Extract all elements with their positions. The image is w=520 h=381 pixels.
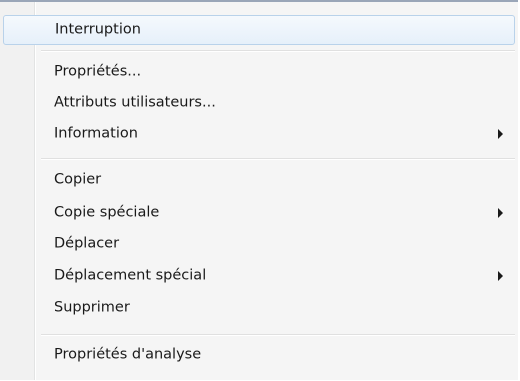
- menu-item-deplacer[interactable]: Déplacer: [3, 229, 515, 259]
- menu-item-label: Attributs utilisateurs...: [54, 94, 216, 111]
- menu-item-label: Copier: [54, 171, 102, 188]
- menu-item-information[interactable]: Information: [3, 119, 515, 149]
- context-menu: Interruption Propriétés... Attributs uti…: [0, 0, 518, 380]
- menu-item-deplacement-special[interactable]: Déplacement spécial: [3, 261, 515, 291]
- menu-item-label: Interruption: [55, 21, 141, 38]
- menu-item-copie-speciale[interactable]: Copie spéciale: [3, 198, 515, 228]
- menu-item-label: Supprimer: [54, 299, 130, 316]
- menu-item-label: Copie spéciale: [54, 204, 160, 221]
- submenu-arrow-icon: [498, 208, 503, 218]
- submenu-arrow-icon: [498, 129, 503, 139]
- menu-item-proprietes[interactable]: Propriétés...: [3, 57, 515, 87]
- menu-separator: [41, 50, 515, 52]
- menu-item-label: Propriétés...: [54, 63, 142, 80]
- menu-item-label: Propriétés d'analyse: [54, 346, 202, 363]
- submenu-arrow-icon: [498, 271, 503, 281]
- menu-item-label: Déplacement spécial: [54, 267, 207, 284]
- menu-item-proprietes-analyse[interactable]: Propriétés d'analyse: [3, 340, 515, 370]
- menu-item-supprimer[interactable]: Supprimer: [3, 293, 515, 323]
- menu-separator: [41, 334, 515, 336]
- menu-item-label: Déplacer: [54, 235, 120, 252]
- menu-item-interruption[interactable]: Interruption: [3, 15, 515, 45]
- menu-item-attributs-utilisateurs[interactable]: Attributs utilisateurs...: [3, 88, 515, 118]
- menu-separator: [41, 158, 515, 160]
- menu-item-label: Information: [54, 125, 138, 142]
- menu-item-copier[interactable]: Copier: [3, 165, 515, 195]
